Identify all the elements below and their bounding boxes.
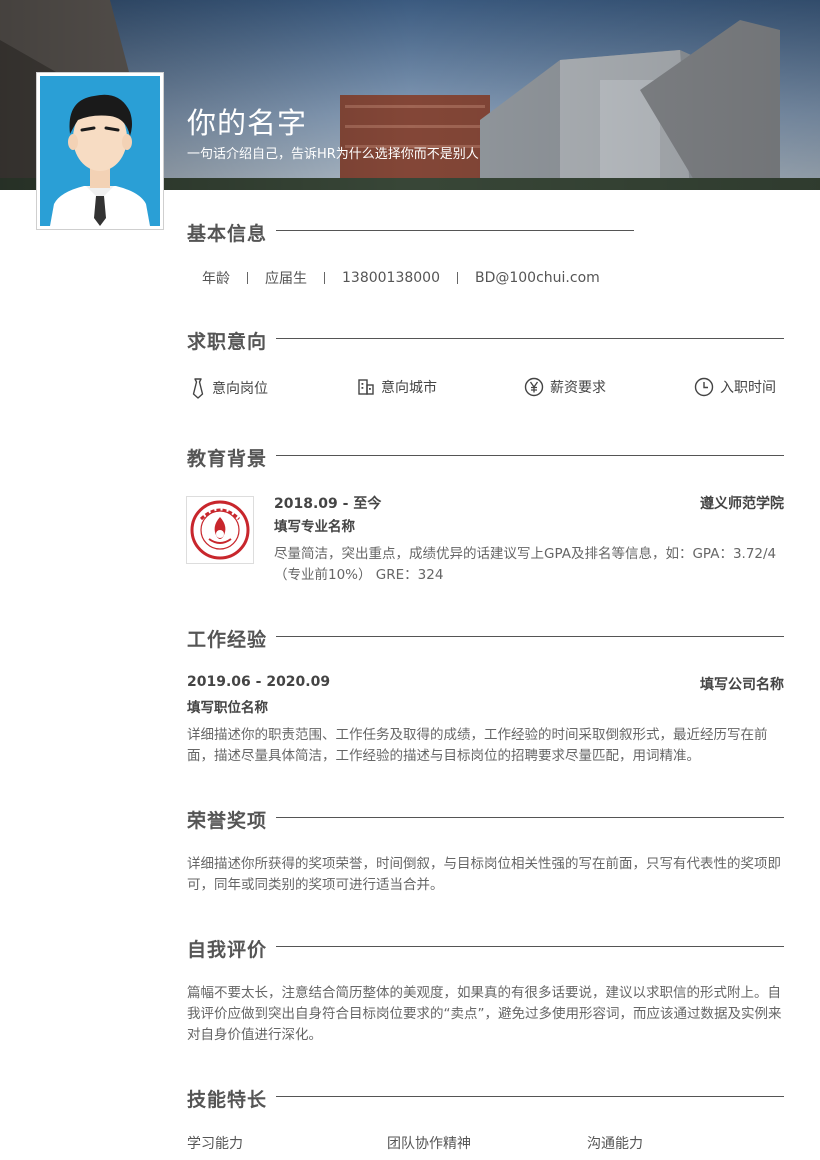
intent-city: 意向城市 [357,377,437,397]
intent-salary: 薪资要求 [524,377,606,397]
info-separator [247,272,248,284]
tie-icon [192,378,204,399]
skill-item: 学习能力 [187,1136,243,1152]
section-divider [276,230,634,231]
school-seal-icon [190,500,250,560]
clock-icon [694,377,714,397]
candidate-name: 你的名字 [187,106,308,140]
candidate-tagline: 一句话介绍自己，告诉HR为什么选择你而不是别人 [187,147,479,162]
work-description: 详细描述你的职责范围、工作任务及取得的成绩，工作经验的时间采取倒叙形式，最近经历… [187,727,768,764]
skill-item: 团队协作精神 [387,1136,471,1152]
intent-position: 意向岗位 [190,377,268,399]
avatar [36,72,164,230]
work-company: 填写公司名称 [700,677,784,693]
intent-start-date-label: 入职时间 [720,380,776,396]
education-description: 尽量简洁，突出重点，成绩优异的话建议写上GPA及排名等信息，如：GPA：3.72… [274,546,777,583]
section-title-job-intent: 求职意向 [187,331,268,353]
basic-info-row: 年龄 应届生 13800138000 BD@100chui.com [202,268,600,288]
self-eval-description: 篇幅不要太长，注意结合简历整体的美观度，如果真的有很多话要说，建议以求职信的形式… [187,985,782,1043]
section-divider [276,817,784,818]
section-divider [276,946,784,947]
info-phone: 13800138000 [342,270,440,286]
intent-city-label: 意向城市 [381,380,437,396]
section-title-basic-info: 基本信息 [187,223,268,245]
intent-start-date: 入职时间 [694,377,776,397]
yen-icon [524,377,544,397]
section-divider [276,636,784,637]
section-title-work: 工作经验 [187,629,268,651]
info-separator [324,272,325,284]
avatar-portrait-icon [40,76,160,226]
section-divider [276,338,784,339]
honors-description: 详细描述你所获得的奖项荣誉，时间倒叙，与目标岗位相关性强的写在前面，只写有代表性… [187,856,781,893]
section-title-honors: 荣誉奖项 [187,810,268,832]
work-period: 2019.06 - 2020.09 [187,674,331,690]
info-email: BD@100chui.com [474,270,600,286]
intent-position-label: 意向岗位 [212,381,268,397]
info-age: 年龄 [202,271,230,287]
education-period: 2018.09 - 至今 [274,496,382,512]
section-title-education: 教育背景 [187,448,268,470]
school-logo [186,496,254,564]
section-title-skills: 技能特长 [187,1089,268,1111]
intent-salary-label: 薪资要求 [550,380,606,396]
section-title-self-eval: 自我评价 [187,939,268,961]
section-divider [276,455,784,456]
skill-item: 沟通能力 [587,1136,643,1152]
section-divider [276,1096,784,1097]
info-separator [456,272,458,284]
building-icon [358,379,374,395]
info-status: 应届生 [265,271,307,287]
work-position: 填写职位名称 [187,700,268,716]
education-school: 遵义师范学院 [700,496,784,512]
education-major: 填写专业名称 [274,519,355,535]
